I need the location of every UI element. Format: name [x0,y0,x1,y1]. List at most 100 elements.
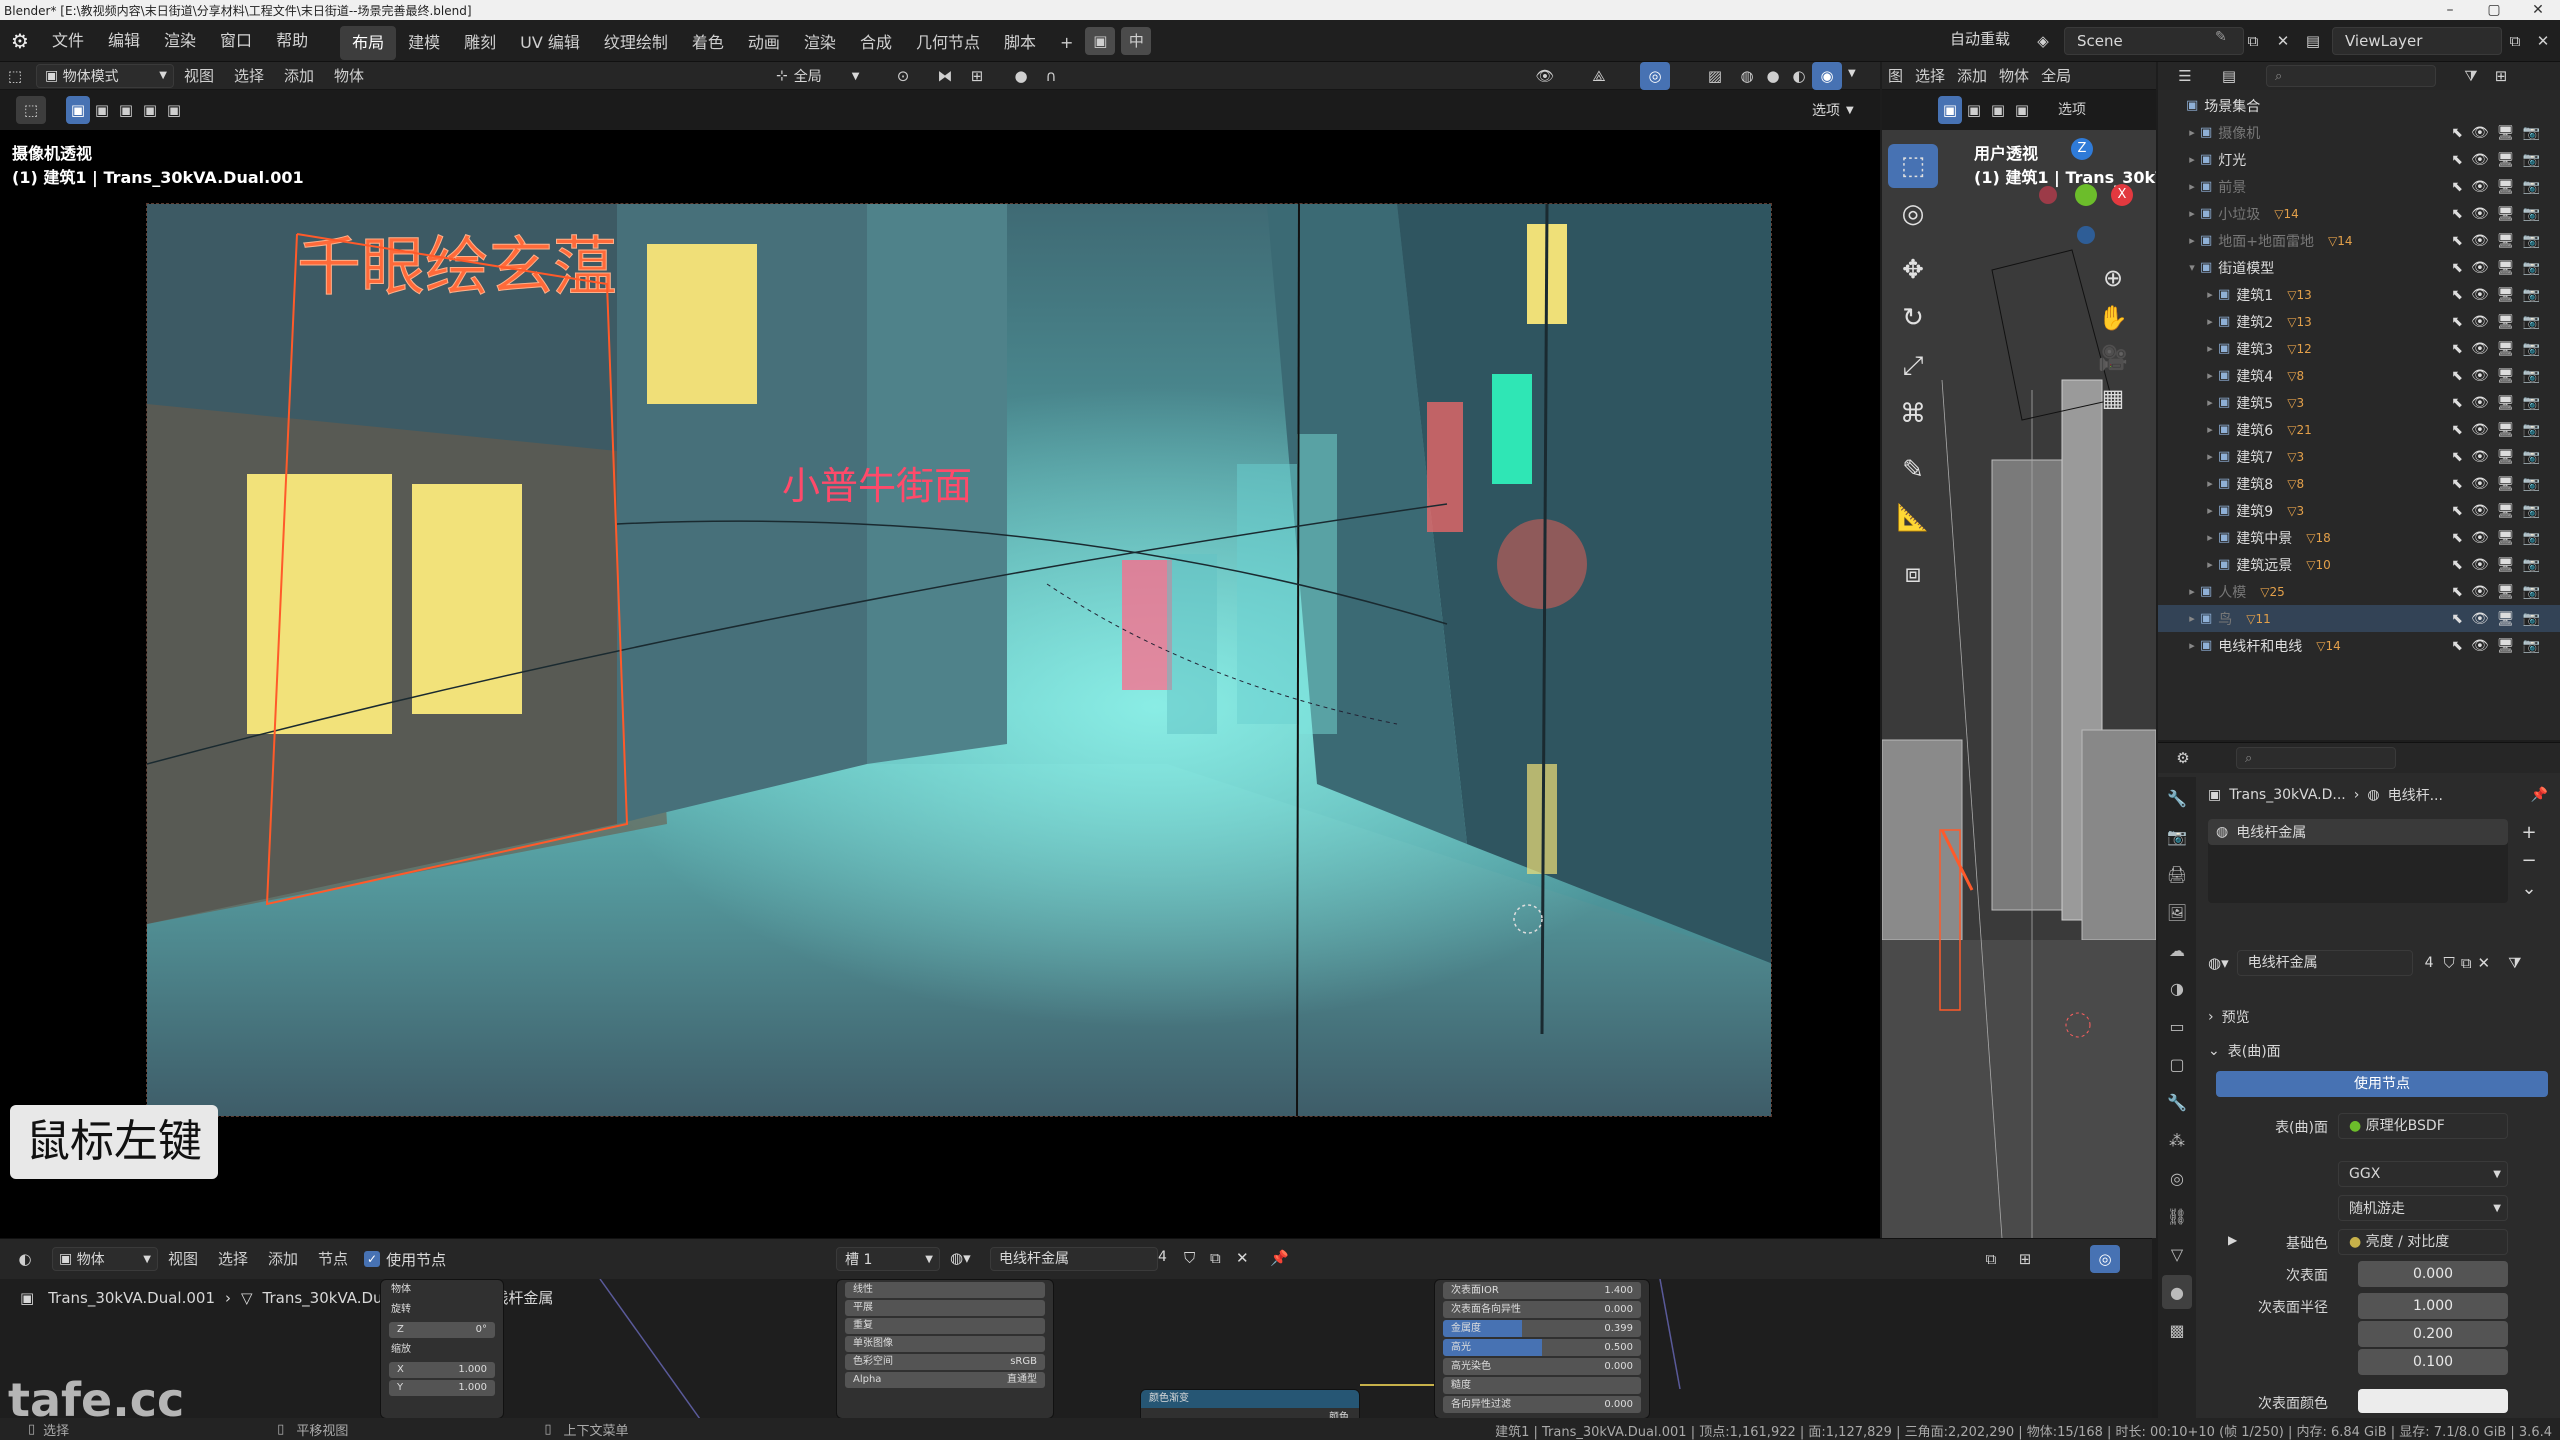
material-slot-list[interactable]: ◍ 电线杆金属 [2208,819,2508,903]
render-tab-icon[interactable]: 📷 [2162,819,2192,853]
image-alpha[interactable]: Alpha 直通型 [845,1372,1045,1388]
scene-tab-icon[interactable]: ☁ [2162,933,2192,967]
transform-orientation[interactable]: ⊹ 全局 ▼ [776,62,859,90]
expand-icon[interactable]: ▾ [2184,261,2200,274]
viewport-options[interactable]: 选项 ▼ [1812,100,1854,120]
select-mode-intersect-icon[interactable]: ▣ [162,96,186,124]
node-unlink-icon[interactable]: ✕ [1236,1249,1249,1267]
visibility-toggles-icon[interactable]: ⬉👁🖥📷 [2451,233,2548,249]
app-icon-1[interactable]: ▣ [1085,26,1116,55]
material-tab-icon[interactable]: ● [2162,1275,2192,1309]
uv-transform[interactable]: 全局 [2035,62,2077,90]
viewlayer-selector[interactable]: ViewLayer [2332,27,2502,55]
base-color-field[interactable]: ● 亮度 / 对比度 [2338,1229,2508,1255]
outliner-editor-icon[interactable]: ☰ [2170,62,2200,90]
annotate-tool-icon[interactable]: ✎ [1888,448,1938,492]
camera-viewport[interactable]: 摄像机透视 (1) 建筑1 | Trans_30kVA.Dual.001 千眼绘… [0,130,1880,1238]
constraints-tab-icon[interactable]: ⛓ [2162,1199,2192,1233]
add-cube-tool-icon[interactable]: ⧈ [1888,552,1938,596]
sss-method-select[interactable]: 随机游走 ▼ [2338,1195,2508,1221]
visibility-toggles-icon[interactable]: ⬉👁🖥📷 [2451,260,2548,276]
menu-view[interactable]: 视图 [174,62,224,90]
visibility-toggles-icon[interactable]: ⬉👁🖥📷 [2451,179,2548,195]
tab-sculpting[interactable]: 雕刻 [452,26,508,60]
transform-tool-icon[interactable]: ⌘ [1888,392,1938,436]
modifier-tab-icon[interactable]: 🔧 [2162,1085,2192,1119]
tab-animation[interactable]: 动画 [736,26,792,60]
proportional-icon[interactable]: ● [1006,62,1036,90]
color-ramp-node[interactable]: 颜色渐变 颜色 [1140,1389,1360,1419]
tab-shading[interactable]: 着色 [680,26,736,60]
outliner-row[interactable]: ▸ ▣ 建筑4 ▽8 ⬉👁🖥📷 [2158,362,2560,389]
snap-icon[interactable]: ⧓ [930,62,960,90]
outliner-row[interactable]: ▸ ▣ 摄像机 ⬉👁🖥📷 [2158,119,2560,146]
expand-icon[interactable]: ▸ [2184,234,2200,247]
properties-search[interactable]: ⌕ [2236,747,2396,769]
expand-icon[interactable]: ▸ [2184,585,2200,598]
expand-icon[interactable]: ▸ [2202,450,2218,463]
gizmo-icon[interactable]: ⟁ [1584,62,1614,90]
outliner-row[interactable]: ▸ ▣ 小垃圾 ▽14 ⬉👁🖥📷 [2158,200,2560,227]
add-slot-icon[interactable]: + [2514,819,2544,847]
expand-icon[interactable]: ▸ [2202,558,2218,571]
menu-file[interactable]: 文件 [40,20,96,62]
expand-icon[interactable]: ▸ [2202,396,2218,409]
menu-edit[interactable]: 编辑 [96,20,152,62]
node-menu-add[interactable]: 添加 [258,1245,308,1273]
use-nodes-checkbox[interactable]: ✓ [364,1251,381,1267]
visibility-toggles-icon[interactable]: ⬉👁🖥📷 [2451,638,2548,654]
menu-help[interactable]: 帮助 [264,20,320,62]
outliner-row[interactable]: ▸ ▣ 建筑7 ▽3 ⬉👁🖥📷 [2158,443,2560,470]
principled-bsdf-node[interactable]: 次表面IOR 1.400 次表面各向异性 0.000 金属度 0.399 高光 0.500 高光… [1434,1279,1650,1419]
tab-texture-paint[interactable]: 纹理绘制 [592,26,680,60]
add-workspace-button[interactable]: + [1048,26,1085,60]
node-duplicate-icon[interactable]: ⧉ [1210,1249,1221,1267]
distribution-select[interactable]: GGX ▼ [2338,1161,2508,1187]
material-name-field[interactable]: 电线杆金属 [2236,950,2413,976]
gizmo-z-icon[interactable]: Z [2071,138,2093,160]
visibility-icon[interactable]: 👁 [1530,62,1560,90]
expand-icon[interactable]: ▸ [2184,180,2200,193]
expand-icon[interactable]: ▸ [2202,315,2218,328]
data-tab-icon[interactable]: ▽ [2162,1237,2192,1271]
visibility-toggles-icon[interactable]: ⬉👁🖥📷 [2451,206,2548,222]
zoom-icon[interactable]: ⊕ [2098,258,2128,298]
uv-select-subtract-icon[interactable]: ▣ [1986,96,2010,124]
bsdf-input-row[interactable]: 高光染色 0.000 [1443,1358,1641,1375]
viewlayer-icon[interactable]: ▤ [2298,27,2328,55]
close-icon[interactable]: ✕ [2516,0,2560,20]
unlink-material-icon[interactable]: ✕ [2478,954,2491,972]
visibility-toggles-icon[interactable]: ⬉👁🖥📷 [2451,287,2548,303]
scene-collection-row[interactable]: ▣ 场景集合 [2158,92,2560,119]
expand-icon[interactable]: ▸ [2202,504,2218,517]
bsdf-input-row[interactable]: 次表面各向异性 0.000 [1443,1301,1641,1318]
move-tool-icon[interactable]: ✥ [1888,248,1938,292]
bsdf-input-row[interactable]: 各向异性过滤 0.000 [1443,1396,1641,1413]
overlay-icon[interactable]: ◎ [1640,62,1670,90]
select-mode-extend-icon[interactable]: ▣ [90,96,114,124]
visibility-toggles-icon[interactable]: ⬉👁🖥📷 [2451,584,2548,600]
scale-tool-icon[interactable]: ⤢ [1888,344,1938,388]
outliner-row[interactable]: ▸ ▣ 建筑中景 ▽18 ⬉👁🖥📷 [2158,524,2560,551]
output-tab-icon[interactable]: 🖨 [2162,857,2192,891]
visibility-toggles-icon[interactable]: ⬉👁🖥📷 [2451,341,2548,357]
visibility-toggles-icon[interactable]: ⬉👁🖥📷 [2451,152,2548,168]
expand-icon[interactable]: ▸ [2184,207,2200,220]
collection-tab-icon[interactable]: ▭ [2162,1009,2192,1043]
rotate-tool-icon[interactable]: ↻ [1888,296,1938,340]
gizmo-x-icon[interactable]: X [2111,184,2133,206]
uv-select-extend-icon[interactable]: ▣ [1962,96,1986,124]
tool-tab-icon[interactable]: 🔧 [2162,781,2192,815]
uv-menu-object[interactable]: 物体 [1993,62,2035,90]
radius-z-field[interactable]: 0.100 [2358,1349,2508,1375]
world-tab-icon[interactable]: ◑ [2162,971,2192,1005]
tab-modeling[interactable]: 建模 [396,26,452,60]
visibility-toggles-icon[interactable]: ⬉👁🖥📷 [2451,368,2548,384]
expand-icon[interactable]: ▸ [2202,369,2218,382]
node-pin-icon[interactable]: 📌 [1270,1249,1289,1267]
outliner-row[interactable]: ▸ ▣ 前景 ⬉👁🖥📷 [2158,173,2560,200]
select-mode-invert-icon[interactable]: ▣ [138,96,162,124]
expand-icon[interactable]: ▸ [2202,477,2218,490]
ortho-grid-icon[interactable]: ▦ [2098,378,2128,418]
expand-icon[interactable]: ▸ [2202,423,2218,436]
